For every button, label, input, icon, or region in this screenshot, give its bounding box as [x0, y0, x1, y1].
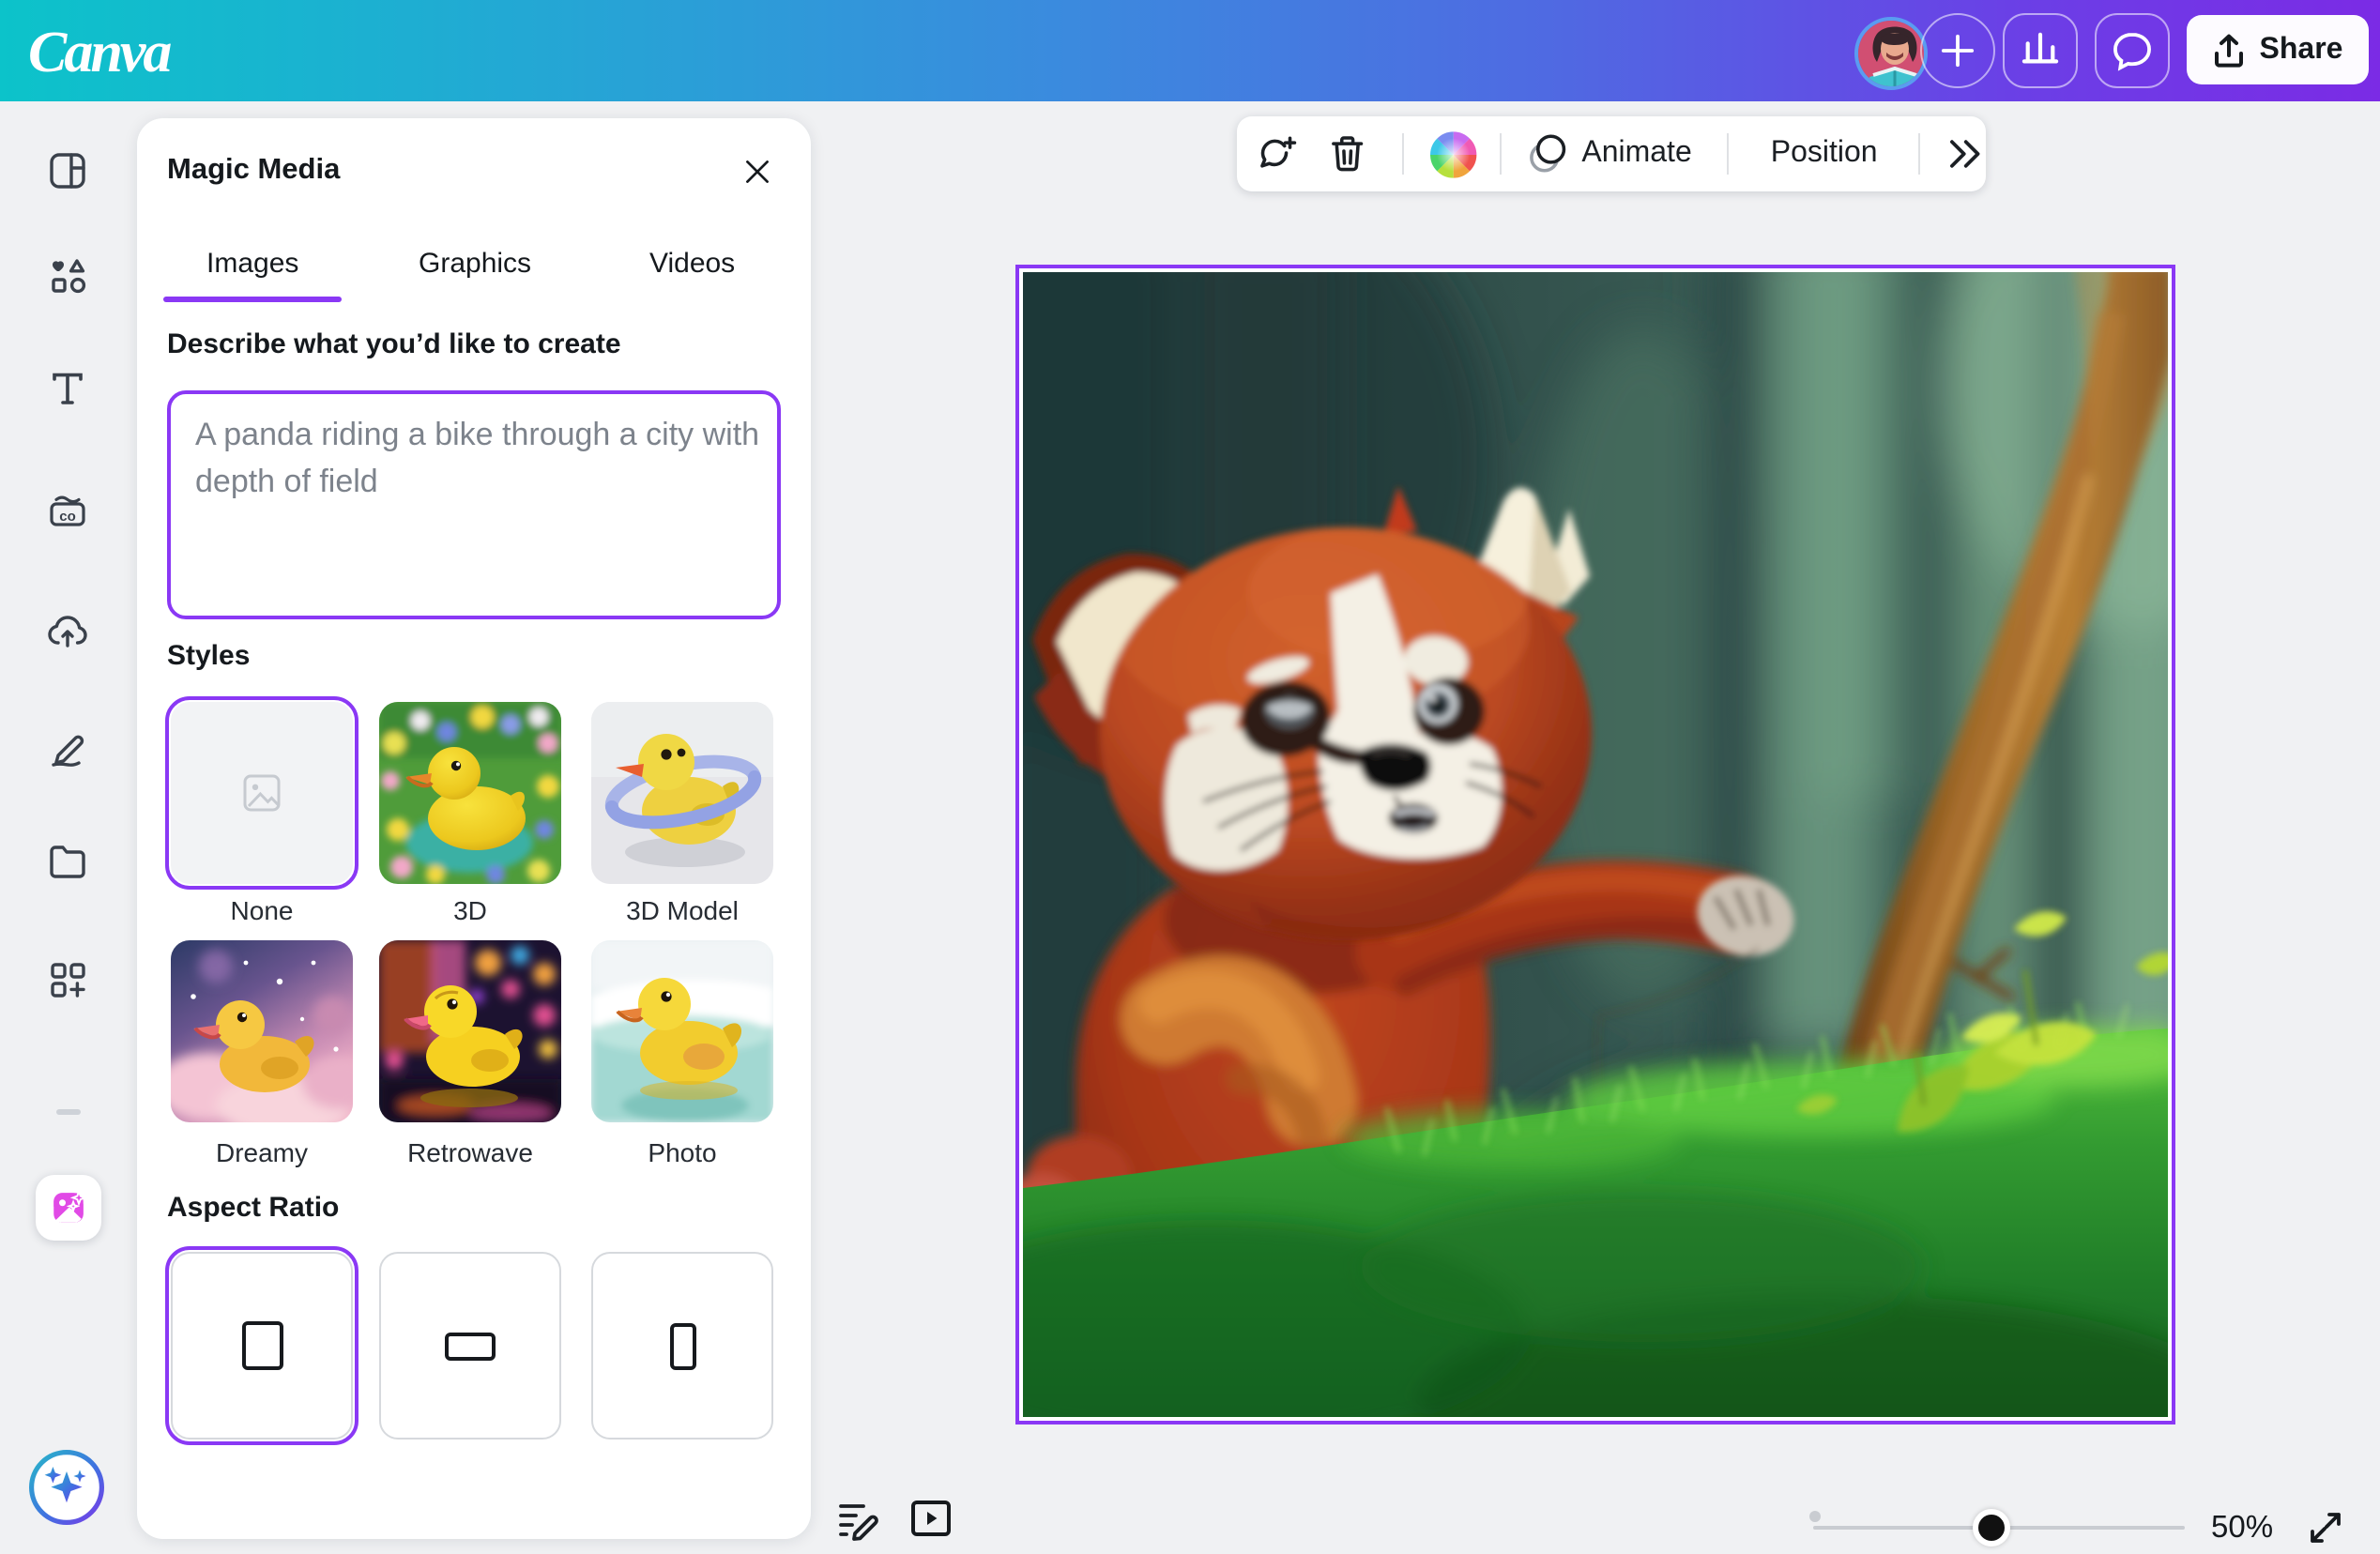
svg-text:Canva: Canva — [28, 21, 171, 84]
svg-text:co: co — [59, 509, 76, 525]
